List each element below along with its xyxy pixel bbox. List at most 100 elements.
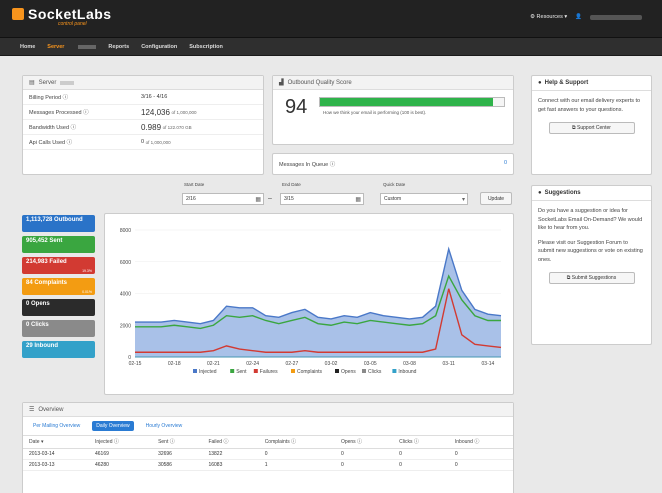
- overview-header: ☰ Overview: [23, 403, 513, 417]
- legend-swatch: [253, 369, 258, 373]
- column-header[interactable]: Inbound ⓘ: [448, 436, 513, 449]
- info-icon: ⓘ: [113, 439, 119, 446]
- column-header[interactable]: Date ▾: [23, 436, 89, 449]
- suggestions-header: ● Suggestions: [532, 186, 651, 201]
- brand-logo[interactable]: SocketLabs: [12, 7, 112, 21]
- legend-label: Opens: [341, 369, 356, 375]
- stat-badge[interactable]: 0 Opens: [22, 299, 95, 316]
- quick-date-select[interactable]: Custom ▾: [380, 193, 468, 205]
- quality-score-title: Outbound Quality Score: [287, 79, 352, 86]
- table-cell: 0: [334, 448, 394, 460]
- stat-label: 905,452 Sent: [26, 238, 63, 244]
- server-stat-extra: of 1,000,000: [171, 109, 197, 115]
- server-name-redacted: [60, 80, 75, 85]
- column-header[interactable]: Clicks ⓘ: [393, 436, 449, 449]
- calendar-icon[interactable]: ▦: [355, 196, 361, 203]
- user-name-redacted[interactable]: [590, 14, 642, 20]
- overview-title: Overview: [38, 406, 64, 413]
- stat-badge[interactable]: 29 Inbound: [22, 341, 95, 358]
- server-stat-row: Messages Processed ⓘ 124,036 of 1,000,000: [23, 105, 263, 120]
- quality-score-value: 94: [285, 96, 308, 118]
- stat-label: 84 Complaints: [26, 280, 68, 286]
- column-header[interactable]: Sent ⓘ: [152, 436, 203, 449]
- nav-item-configuration[interactable]: Configuration: [141, 44, 177, 50]
- server-stat-row: Bandwidth Used ⓘ 0.989 of 122.070 GB: [23, 120, 263, 135]
- submit-suggestions-button[interactable]: ⧉ Submit Suggestions: [548, 272, 635, 284]
- info-icon: ⓘ: [62, 95, 69, 101]
- info-icon: ⓘ: [70, 125, 77, 131]
- legend-swatch: [291, 369, 295, 373]
- table-cell: 0: [393, 448, 449, 460]
- support-center-label: Support Center: [577, 125, 611, 131]
- x-tick-label: 02-27: [285, 361, 298, 367]
- calendar-icon[interactable]: ▦: [255, 196, 261, 203]
- column-header[interactable]: Failed ⓘ: [202, 436, 259, 449]
- table-row[interactable]: 2013-03-14 46169 32696 13822 0 0 0 0: [23, 448, 513, 460]
- server-stat-label: Bandwidth Used ⓘ: [29, 125, 77, 131]
- table-cell: 46280: [88, 459, 153, 471]
- column-header[interactable]: Injected ⓘ: [88, 436, 153, 449]
- column-header[interactable]: Complaints ⓘ: [258, 436, 335, 449]
- queue-count[interactable]: 0: [504, 160, 507, 168]
- info-icon: ⓘ: [66, 140, 73, 146]
- stat-badge[interactable]: 0 Clicks: [22, 320, 95, 337]
- support-center-button[interactable]: ⧉ Support Center: [548, 122, 635, 134]
- stat-badge[interactable]: 84 Complaints 0.01%: [22, 278, 95, 295]
- table-cell: 32696: [152, 448, 203, 460]
- main-nav: Home Server Reports Configuration Subscripti…: [0, 38, 662, 56]
- server-stat-value: 124,036: [141, 107, 170, 117]
- end-date-input[interactable]: 3/15 ▦: [280, 193, 364, 205]
- stat-badge[interactable]: 1,113,728 Outbound: [22, 215, 95, 232]
- chevron-down-icon: ▾: [461, 197, 465, 203]
- info-icon: ⓘ: [83, 110, 89, 116]
- tab-hourly-overview[interactable]: Hourly Overview: [142, 421, 187, 431]
- activity-chart-panel: 0 2000 4000 6000 8000 02-15 02-18 02-21 02-24 02-…: [104, 213, 514, 395]
- list-icon: ☰: [29, 407, 35, 413]
- stat-label: 214,983 Failed: [26, 259, 67, 265]
- quick-date-label: Quick Date: [383, 182, 406, 187]
- info-icon: ⓘ: [357, 439, 363, 446]
- info-icon: ⓘ: [169, 439, 175, 446]
- column-header[interactable]: Opens ⓘ: [334, 436, 394, 449]
- server-stat-row: Api Calls Used ⓘ 0 of 1,000,000: [23, 135, 263, 150]
- server-panel-header: ▤ Server: [23, 76, 263, 90]
- y-tick-label: 4000: [120, 292, 131, 298]
- stat-badge[interactable]: 905,452 Sent: [22, 236, 95, 253]
- overview-table: Date ▾ Injected ⓘ Sent ⓘ Failed ⓘ Complaints…: [23, 436, 513, 471]
- end-date-label: End Date: [282, 182, 301, 187]
- stat-badge[interactable]: 214,983 Failed 19.3%: [22, 257, 95, 274]
- help-text: Connect with our email delivery experts …: [538, 98, 641, 113]
- logo-icon: [12, 8, 24, 20]
- top-right-menu: ⚙ Resources ▾ 👤: [530, 14, 642, 20]
- table-cell: 46169: [88, 448, 153, 460]
- resources-menu[interactable]: ⚙ Resources ▾: [530, 14, 567, 20]
- tab-daily-overview[interactable]: Daily Overview: [92, 421, 134, 431]
- server-stat-value: 3/16 - 4/16: [141, 94, 168, 100]
- nav-item-server[interactable]: Server: [47, 44, 64, 50]
- x-tick-label: 02-18: [168, 361, 181, 367]
- y-tick-label: 6000: [120, 260, 131, 266]
- update-button[interactable]: Update: [480, 192, 512, 205]
- server-icon: ▤: [29, 80, 35, 86]
- legend-swatch: [335, 369, 339, 373]
- bar-chart-icon: ▟: [279, 80, 284, 86]
- legend-swatch: [193, 369, 197, 373]
- start-date-label: Start Date: [184, 182, 205, 187]
- nav-item-reports[interactable]: Reports: [108, 44, 129, 50]
- server-name-redacted: [78, 45, 97, 49]
- server-stat-label: Api Calls Used ⓘ: [29, 140, 73, 146]
- table-cell: 0: [393, 459, 449, 471]
- x-tick-label: 03-11: [443, 361, 456, 367]
- quality-score-header: ▟ Outbound Quality Score: [273, 76, 513, 90]
- stat-sub: 19.3%: [82, 269, 92, 273]
- start-date-input[interactable]: 2/16 ▦: [182, 193, 264, 205]
- nav-item-subscription[interactable]: Subscription: [189, 44, 223, 50]
- table-row[interactable]: 2013-03-13 46280 30586 16083 1 0 0 0: [23, 459, 513, 471]
- server-stat-value: 0: [141, 139, 145, 145]
- queue-panel: Messages In Queue ⓘ 0: [272, 153, 514, 175]
- tab-per-mailing-overview[interactable]: Per Mailing Overview: [29, 421, 84, 431]
- external-link-icon: ⧉: [566, 275, 571, 281]
- quality-score-panel: ▟ Outbound Quality Score 94 How we think…: [272, 75, 514, 145]
- nav-item-home[interactable]: Home: [20, 44, 35, 50]
- user-icon[interactable]: 👤: [575, 14, 582, 20]
